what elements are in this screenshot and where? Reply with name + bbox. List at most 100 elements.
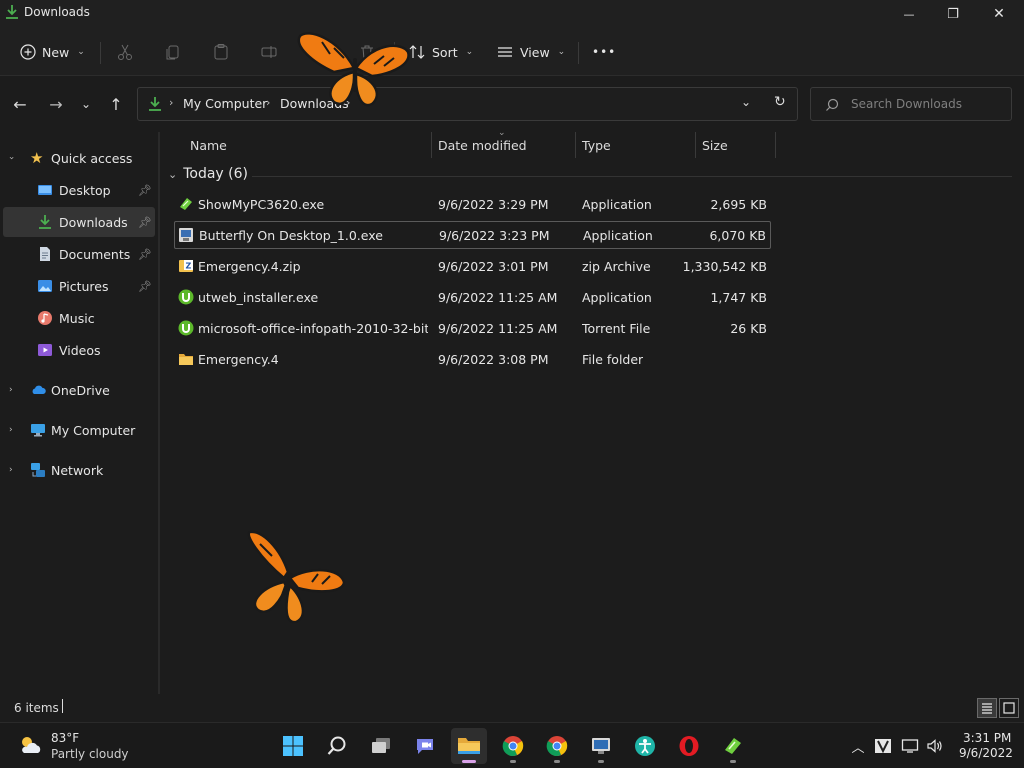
large-icons-view-button[interactable] bbox=[999, 698, 1019, 718]
minimize-button[interactable]: — bbox=[886, 0, 932, 28]
tray-app-v[interactable] bbox=[873, 736, 893, 756]
sidebar-item-my-computer[interactable]: › My Computer bbox=[0, 415, 158, 445]
table-row[interactable]: Z Emergency.4.zip 9/6/2022 3:01 PM zip A… bbox=[174, 252, 771, 280]
copy-button[interactable] bbox=[164, 36, 182, 68]
file-date: 9/6/2022 3:23 PM bbox=[439, 227, 550, 243]
sidebar-item-onedrive[interactable]: › OneDrive bbox=[0, 375, 158, 405]
sidebar-item-label: Desktop bbox=[59, 182, 111, 198]
show-hidden-icons-button[interactable]: ︿ bbox=[848, 736, 868, 756]
pictures-icon bbox=[38, 280, 52, 292]
clock-date[interactable]: 9/6/2022 bbox=[959, 746, 1013, 760]
file-name: Emergency.4 bbox=[198, 351, 279, 367]
table-row[interactable]: Butterfly On Desktop_1.0.exe 9/6/2022 3:… bbox=[174, 221, 771, 249]
chevron-expanded-icon[interactable]: › bbox=[6, 156, 16, 160]
address-history-chevron-icon[interactable]: ⌄ bbox=[741, 95, 751, 109]
up-button[interactable]: ↑ bbox=[104, 90, 128, 118]
paste-button[interactable] bbox=[212, 36, 230, 68]
table-row[interactable]: microsoft-office-infopath-2010-32-bit-a.… bbox=[174, 314, 771, 342]
chat-icon bbox=[417, 739, 433, 754]
column-resize-handle[interactable] bbox=[431, 132, 432, 158]
taskbar-search-button[interactable] bbox=[319, 728, 355, 764]
display-icon bbox=[901, 739, 919, 753]
sidebar-item-desktop[interactable]: Desktop 📌︎ bbox=[0, 175, 158, 205]
back-button[interactable]: ← bbox=[8, 90, 32, 118]
clock-time[interactable]: 3:31 PM bbox=[963, 731, 1011, 745]
sidebar-item-music[interactable]: Music bbox=[0, 303, 158, 333]
column-header-date[interactable]: Date modified bbox=[438, 132, 527, 158]
address-bar[interactable]: › My Computer › Downloads › ⌄ ↻ bbox=[137, 87, 798, 121]
more-options-button[interactable]: ••• bbox=[592, 36, 616, 68]
desktop-icon bbox=[38, 185, 52, 195]
star-icon: ★ bbox=[30, 149, 44, 167]
taskbar-chrome[interactable] bbox=[495, 728, 531, 764]
column-resize-handle[interactable] bbox=[695, 132, 696, 158]
file-size: 6,070 KB bbox=[709, 227, 766, 243]
taskbar-chrome-2[interactable] bbox=[539, 728, 575, 764]
column-header-type[interactable]: Type bbox=[582, 132, 611, 158]
sidebar-item-pictures[interactable]: Pictures 📌︎ bbox=[0, 271, 158, 301]
chevron-right-icon[interactable]: › bbox=[9, 465, 13, 475]
task-view-button[interactable] bbox=[363, 728, 399, 764]
column-header-name[interactable]: Name bbox=[190, 132, 227, 158]
sidebar-item-network[interactable]: › Network bbox=[0, 455, 158, 485]
taskbar-remote-app[interactable] bbox=[583, 728, 619, 764]
plus-circle-icon bbox=[20, 44, 36, 60]
sidebar-item-documents[interactable]: Documents 📌︎ bbox=[0, 239, 158, 269]
taskbar-accessibility-app[interactable] bbox=[627, 728, 663, 764]
taskbar-file-explorer[interactable] bbox=[451, 728, 487, 764]
title-bar: Downloads — ❐ ✕ bbox=[0, 0, 1024, 28]
start-button[interactable] bbox=[275, 728, 311, 764]
sidebar-item-quick-access[interactable]: › ★ Quick access bbox=[0, 143, 158, 173]
download-icon bbox=[6, 5, 18, 19]
table-row[interactable]: utweb_installer.exe 9/6/2022 11:25 AM Ap… bbox=[174, 283, 771, 311]
sidebar-item-videos[interactable]: Videos bbox=[0, 335, 158, 365]
rename-button[interactable] bbox=[260, 36, 278, 68]
chevron-right-icon[interactable]: › bbox=[9, 385, 13, 395]
table-row[interactable]: Emergency.4 9/6/2022 3:08 PM File folder bbox=[174, 345, 771, 373]
running-indicator bbox=[730, 760, 736, 763]
tray-display[interactable] bbox=[900, 736, 920, 756]
chevron-right-icon[interactable]: › bbox=[9, 425, 13, 435]
weather-condition[interactable]: Partly cloudy bbox=[51, 747, 129, 761]
column-resize-handle[interactable] bbox=[775, 132, 776, 158]
taskbar-opera[interactable] bbox=[671, 728, 707, 764]
breadcrumb-my-computer[interactable]: My Computer bbox=[183, 96, 267, 111]
column-header-size[interactable]: Size bbox=[702, 132, 728, 158]
close-button[interactable]: ✕ bbox=[976, 0, 1022, 28]
music-icon bbox=[38, 311, 52, 325]
cut-button[interactable] bbox=[116, 36, 134, 68]
forward-button[interactable]: → bbox=[44, 90, 68, 118]
chevron-down-icon: ⌄ bbox=[168, 167, 178, 181]
table-row[interactable]: ShowMyPC3620.exe 9/6/2022 3:29 PM Applic… bbox=[174, 190, 771, 218]
app-green-icon bbox=[725, 738, 741, 754]
view-button[interactable]: View ⌄ bbox=[496, 36, 565, 68]
maximize-button[interactable]: ❐ bbox=[930, 0, 976, 28]
partly-cloudy-icon[interactable] bbox=[18, 733, 44, 757]
sort-button[interactable]: Sort ⌄ bbox=[408, 36, 473, 68]
group-header-today[interactable]: ⌄ Today (6) bbox=[168, 166, 248, 182]
pin-icon: 📌︎ bbox=[138, 279, 152, 293]
weather-temperature[interactable]: 83°F bbox=[51, 731, 79, 745]
new-button[interactable]: New ⌄ bbox=[20, 36, 85, 68]
column-resize-handle[interactable] bbox=[575, 132, 576, 158]
file-date: 9/6/2022 11:25 AM bbox=[438, 320, 558, 336]
refresh-icon[interactable]: ↻ bbox=[774, 94, 786, 110]
file-date: 9/6/2022 3:29 PM bbox=[438, 196, 549, 212]
teams-chat-button[interactable] bbox=[407, 728, 443, 764]
recent-locations-button[interactable]: ⌄ bbox=[74, 90, 98, 118]
sidebar-item-label: Music bbox=[59, 310, 95, 326]
app-green-icon bbox=[180, 198, 192, 210]
taskbar-green-app[interactable] bbox=[715, 728, 751, 764]
arrow-left-icon: ← bbox=[13, 94, 27, 114]
chrome-icon bbox=[546, 736, 568, 756]
divider bbox=[100, 42, 101, 64]
sidebar-item-downloads[interactable]: Downloads 📌︎ bbox=[3, 207, 155, 237]
tray-volume[interactable] bbox=[925, 736, 945, 756]
sidebar-item-label: OneDrive bbox=[51, 382, 110, 398]
zip-archive-icon: Z bbox=[179, 260, 193, 272]
details-view-button[interactable] bbox=[977, 698, 997, 718]
search-box[interactable]: Search Downloads bbox=[810, 87, 1012, 121]
column-header-label: Date modified bbox=[438, 137, 527, 153]
pin-icon: 📌︎ bbox=[138, 247, 152, 261]
file-size: 2,695 KB bbox=[710, 196, 767, 212]
